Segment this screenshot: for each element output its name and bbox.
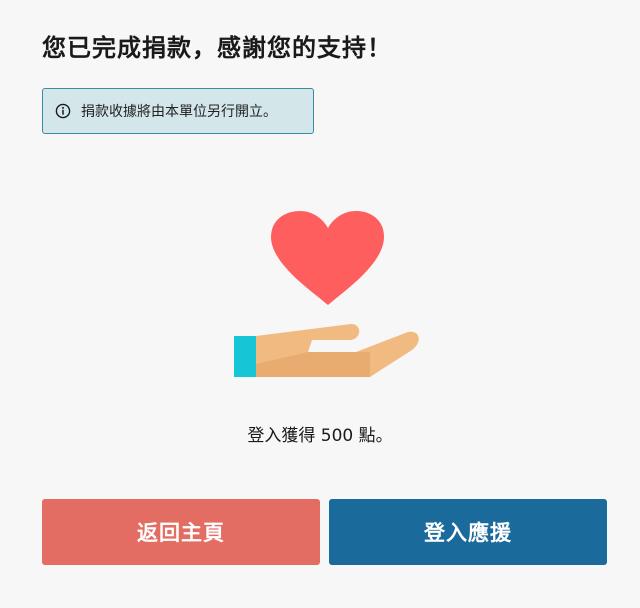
heart-icon bbox=[271, 211, 384, 305]
hand-icon bbox=[234, 324, 419, 377]
points-message: 登入獲得 500 點。 bbox=[247, 426, 393, 446]
page-title: 您已完成捐款，感謝您的支持！ bbox=[42, 34, 392, 62]
login-support-button[interactable]: 登入應援 bbox=[329, 499, 607, 565]
receipt-notice: 捐款收據將由本單位另行開立。 bbox=[42, 88, 314, 134]
cuff-icon bbox=[234, 336, 256, 377]
return-home-button[interactable]: 返回主頁 bbox=[42, 499, 320, 565]
info-icon bbox=[55, 103, 71, 119]
notice-text: 捐款收據將由本單位另行開立。 bbox=[81, 104, 277, 120]
donation-illustration bbox=[228, 206, 424, 382]
